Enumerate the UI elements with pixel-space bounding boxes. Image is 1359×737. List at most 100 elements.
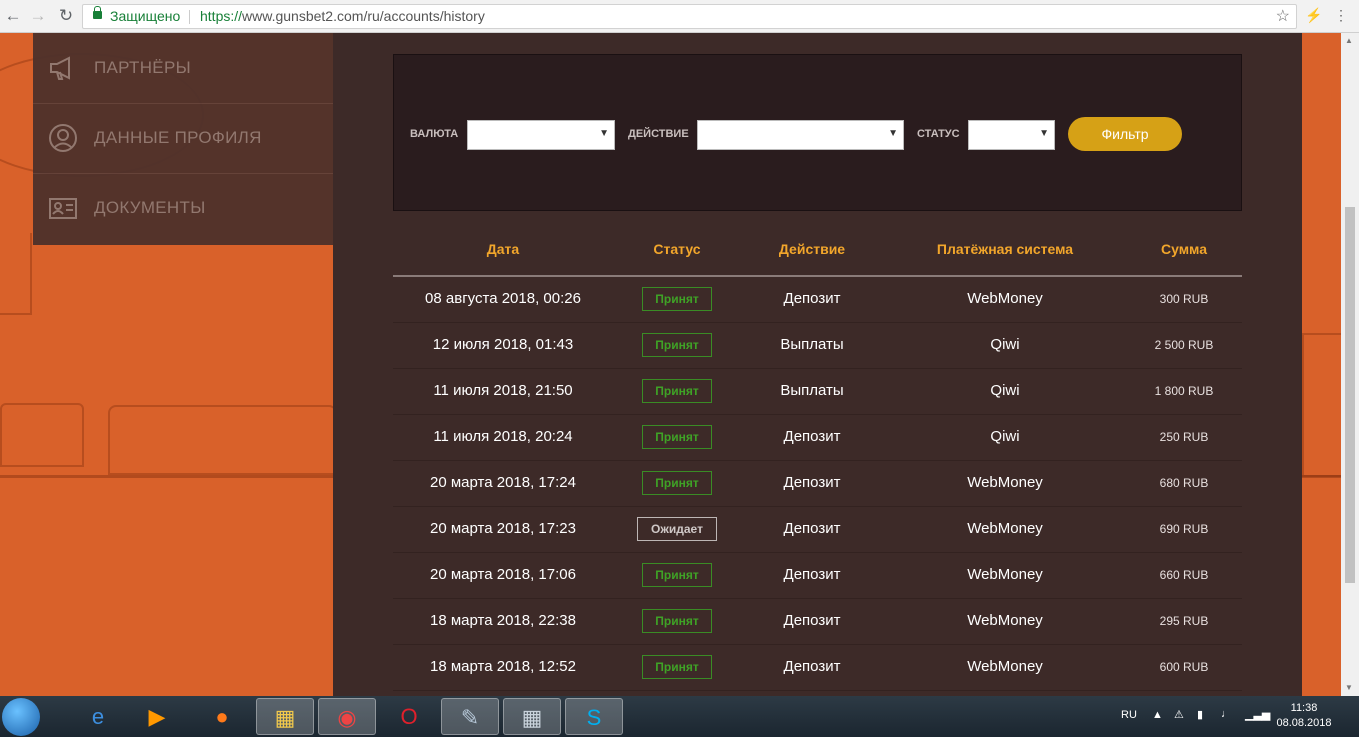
action-select[interactable]: ▼ bbox=[697, 120, 904, 150]
sidebar-item-label: ПАРТНЁРЫ bbox=[94, 58, 191, 77]
chevron-down-icon: ▼ bbox=[888, 128, 898, 139]
row-action: Депозит bbox=[783, 290, 841, 307]
row-payment-system: Qiwi bbox=[990, 382, 1020, 399]
filter-bar: ВАЛЮТА ▼ ДЕЙСТВИЕ ▼ СТАТУС ▼ Фильтр bbox=[393, 54, 1242, 211]
scroll-up-icon[interactable]: ▲ bbox=[1345, 36, 1353, 45]
firefox-icon[interactable]: ● bbox=[193, 698, 251, 735]
row-action: Депозит bbox=[783, 520, 841, 537]
row-date: 20 марта 2018, 17:06 bbox=[430, 566, 576, 583]
scrollbar-thumb[interactable] bbox=[1345, 207, 1355, 583]
network-error-icon[interactable]: ⚠ bbox=[1174, 708, 1184, 721]
chevron-down-icon: ▼ bbox=[1039, 128, 1049, 139]
calculator-icon[interactable]: ▦ bbox=[503, 698, 561, 735]
divider bbox=[189, 10, 190, 24]
column-header-sum[interactable]: Сумма bbox=[1134, 229, 1234, 269]
page-scrollbar[interactable]: ▲ ▼ bbox=[1341, 33, 1359, 696]
column-header-date[interactable]: Дата bbox=[423, 229, 583, 269]
row-action: Выплаты bbox=[780, 382, 844, 399]
table-row: 11 июля 2018, 20:24 Принят Депозит Qiwi 250 … bbox=[393, 414, 1242, 461]
url-text: https://www.gunsbet2.com/ru/accounts/his… bbox=[200, 5, 485, 28]
history-panel: ВАЛЮТА ▼ ДЕЙСТВИЕ ▼ СТАТУС ▼ Фильтр Дата… bbox=[333, 33, 1302, 696]
signal-icon[interactable]: ▁▃▅ bbox=[1245, 708, 1270, 721]
row-payment-system: WebMoney bbox=[967, 566, 1043, 583]
row-date: 11 июля 2018, 20:24 bbox=[433, 428, 573, 445]
row-payment-system: Qiwi bbox=[990, 336, 1020, 353]
tray-expand-icon[interactable]: ▲ bbox=[1152, 709, 1163, 721]
menu-kebab-icon[interactable]: ⋮ bbox=[1334, 7, 1348, 24]
row-payment-system: WebMoney bbox=[967, 520, 1043, 537]
row-payment-system: Qiwi bbox=[990, 428, 1020, 445]
row-date: 18 марта 2018, 12:52 bbox=[430, 658, 576, 675]
url-host: www.gunsbet2.com bbox=[242, 8, 364, 24]
filter-button[interactable]: Фильтр bbox=[1068, 117, 1182, 151]
account-sidebar: ПАРТНЁРЫ ДАННЫЕ ПРОФИЛЯ ДОКУМЕНТЫ bbox=[33, 33, 333, 245]
currency-select[interactable]: ▼ bbox=[467, 120, 615, 150]
device-icon[interactable]: ▮ bbox=[1197, 708, 1203, 721]
row-sum: 2 500 RUB bbox=[1154, 338, 1214, 352]
row-action: Депозит bbox=[783, 658, 841, 675]
row-sum: 660 RUB bbox=[1159, 568, 1209, 582]
row-sum: 600 RUB bbox=[1159, 660, 1209, 674]
column-header-action[interactable]: Действие bbox=[752, 229, 872, 269]
sidebar-item-label: ДАННЫЕ ПРОФИЛЯ bbox=[94, 128, 262, 147]
browser-toolbar: ← → ↻ Защищено https://www.gunsbet2.com/… bbox=[0, 0, 1359, 33]
chrome-icon[interactable]: ◉ bbox=[318, 698, 376, 735]
table-row: 18 марта 2018, 22:38 Принят Депозит WebMone… bbox=[393, 598, 1242, 645]
extension-icon[interactable]: ⚡ bbox=[1305, 7, 1322, 24]
row-sum: 690 RUB bbox=[1159, 522, 1209, 536]
reload-icon[interactable]: ↻ bbox=[56, 6, 76, 26]
row-sum: 250 RUB bbox=[1159, 430, 1209, 444]
sidebar-item-partners[interactable]: ПАРТНЁРЫ bbox=[33, 33, 333, 104]
row-sum: 680 RUB bbox=[1159, 476, 1209, 490]
status-badge: Принят bbox=[642, 333, 712, 357]
bookmark-star-icon[interactable]: ☆ bbox=[1276, 5, 1290, 28]
row-date: 12 июля 2018, 01:43 bbox=[432, 336, 574, 353]
row-sum: 295 RUB bbox=[1159, 614, 1209, 628]
sidebar-item-documents[interactable]: ДОКУМЕНТЫ bbox=[33, 173, 333, 243]
start-button[interactable] bbox=[2, 698, 40, 736]
status-badge: Принят bbox=[642, 287, 712, 311]
row-sum: 300 RUB bbox=[1159, 292, 1209, 306]
row-action: Депозит bbox=[783, 474, 841, 491]
internet-explorer-icon[interactable]: e bbox=[69, 698, 127, 735]
column-header-status[interactable]: Статус bbox=[617, 229, 737, 269]
column-header-payment-system[interactable]: Платёжная система bbox=[905, 229, 1105, 269]
file-explorer-icon[interactable]: ▦ bbox=[256, 698, 314, 735]
language-indicator[interactable]: RU bbox=[1121, 709, 1137, 721]
back-arrow-icon[interactable]: ← bbox=[3, 6, 23, 26]
scroll-down-icon[interactable]: ▼ bbox=[1345, 683, 1353, 692]
volume-icon[interactable]: ♩ bbox=[1221, 708, 1232, 720]
status-badge: Принят bbox=[642, 609, 712, 633]
opera-icon[interactable]: O bbox=[380, 698, 438, 735]
table-header: Дата Статус Действие Платёжная система С… bbox=[393, 229, 1242, 277]
table-row: 08 августа 2018, 00:26 Принят Депозит WebMo… bbox=[393, 276, 1242, 323]
status-select[interactable]: ▼ bbox=[968, 120, 1055, 150]
system-clock[interactable]: 11:38 08.08.2018 bbox=[1270, 701, 1338, 731]
table-row: 11 июля 2018, 21:50 Принят Выплаты Qiwi 1 80… bbox=[393, 368, 1242, 415]
forward-arrow-icon[interactable]: → bbox=[28, 6, 48, 26]
sidebar-item-profile[interactable]: ДАННЫЕ ПРОФИЛЯ bbox=[33, 103, 333, 174]
row-date: 20 марта 2018, 17:24 bbox=[430, 474, 576, 491]
address-bar[interactable]: Защищено https://www.gunsbet2.com/ru/acc… bbox=[82, 4, 1297, 29]
media-player-icon[interactable]: ▶ bbox=[128, 698, 186, 735]
currency-label: ВАЛЮТА bbox=[410, 128, 459, 140]
chevron-down-icon: ▼ bbox=[599, 128, 609, 139]
action-label: ДЕЙСТВИЕ bbox=[628, 128, 689, 140]
row-date: 08 августа 2018, 00:26 bbox=[425, 290, 581, 307]
windows-taskbar: e ▶ ● ▦ ◉ O ✎ ▦ S RU ▲ ⚠ ▮ ♩ ▁▃▅ 11:38 0… bbox=[0, 696, 1359, 737]
skype-icon[interactable]: S bbox=[565, 698, 623, 735]
row-payment-system: WebMoney bbox=[967, 474, 1043, 491]
row-date: 18 марта 2018, 22:38 bbox=[430, 612, 576, 629]
clock-time: 11:38 bbox=[1290, 702, 1318, 714]
status-badge: Принят bbox=[642, 563, 712, 587]
row-date: 11 июля 2018, 21:50 bbox=[433, 382, 573, 399]
table-row: 20 марта 2018, 17:24 Принят Депозит WebMone… bbox=[393, 460, 1242, 507]
status-badge: Принят bbox=[642, 425, 712, 449]
url-path: /ru/accounts/history bbox=[363, 8, 485, 24]
table-row: 18 марта 2018, 12:52 Принят Депозит WebMone… bbox=[393, 644, 1242, 691]
row-payment-system: WebMoney bbox=[967, 612, 1043, 629]
clock-date: 08.08.2018 bbox=[1276, 717, 1332, 729]
row-action: Выплаты bbox=[780, 336, 844, 353]
paint-icon[interactable]: ✎ bbox=[441, 698, 499, 735]
row-action: Депозит bbox=[783, 612, 841, 629]
